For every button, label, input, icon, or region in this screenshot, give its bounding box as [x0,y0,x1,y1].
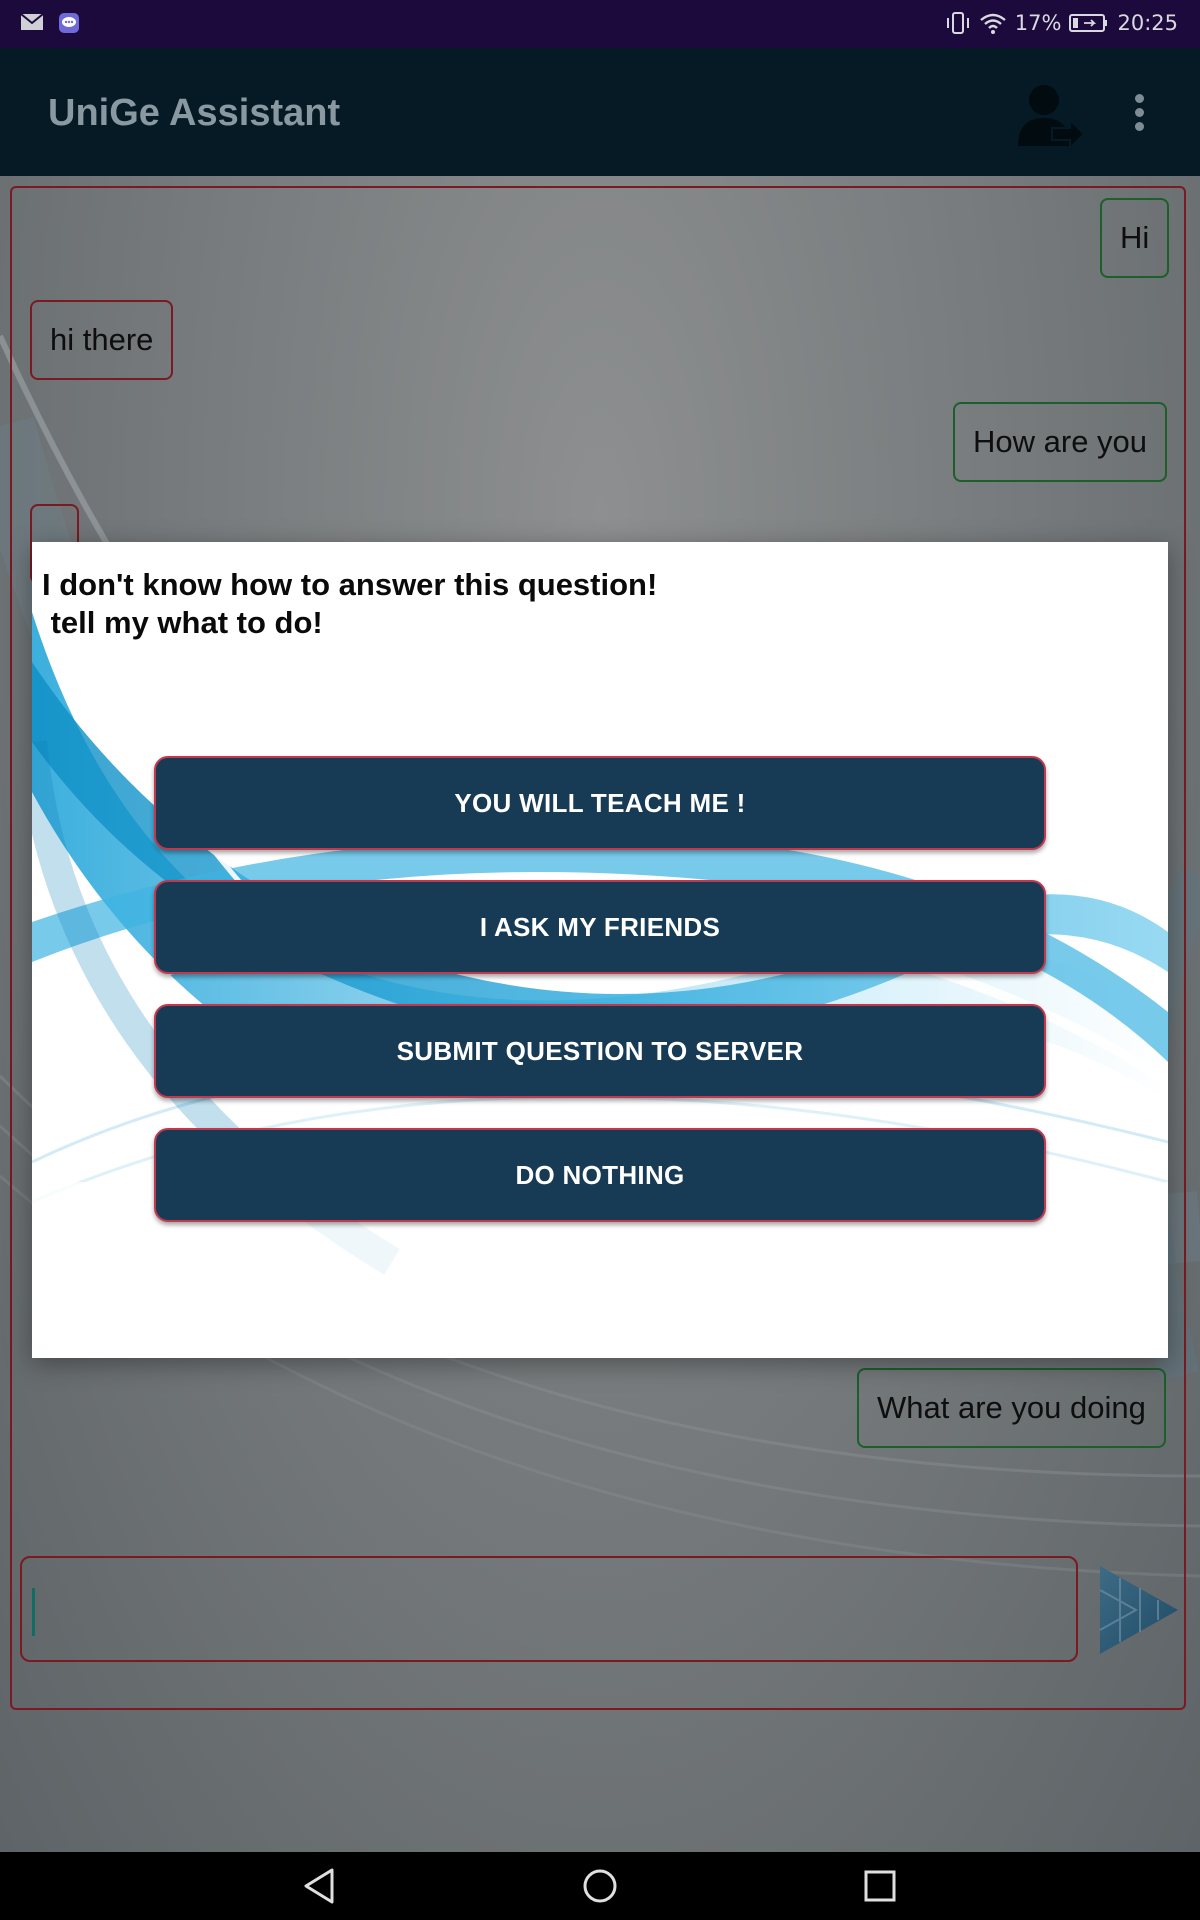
app-toolbar: UniGe Assistant [0,48,1200,176]
status-time: 20:25 [1117,11,1178,35]
navigation-bar [0,1852,1200,1920]
account-switch-icon[interactable] [1012,80,1084,150]
bot-message: hi there [30,300,174,380]
user-message: How are you [953,402,1168,482]
back-triangle-icon[interactable] [300,1866,340,1906]
submit-to-server-button[interactable]: SUBMIT QUESTION TO SERVER [154,1004,1046,1098]
send-triangle-icon[interactable] [1096,1560,1182,1660]
battery-percent: 17% [1014,11,1062,35]
teach-me-button[interactable]: YOU WILL TEACH ME ! [154,756,1046,850]
user-message: What are you doing [857,1368,1166,1448]
app-title: UniGe Assistant [48,92,341,134]
messaging-icon [59,13,79,33]
wifi-icon [980,13,1006,34]
status-bar: 17% 20:25 [0,0,1200,48]
do-nothing-button[interactable]: DO NOTHING [154,1128,1046,1222]
more-vert-icon[interactable] [1126,94,1152,134]
ask-friends-button[interactable]: I ASK MY FRIENDS [154,880,1046,974]
battery-icon [1069,14,1108,32]
home-circle-icon[interactable] [580,1866,620,1906]
recents-square-icon[interactable] [860,1866,900,1906]
answer-options-dialog: I don't know how to answer this question… [32,542,1168,1358]
dialog-message: I don't know how to answer this question… [42,567,658,640]
text-cursor [32,1588,35,1636]
message-input[interactable] [20,1556,1078,1662]
gmail-icon [20,13,44,30]
user-message: Hi [1100,198,1170,278]
vibrate-icon [946,12,969,34]
